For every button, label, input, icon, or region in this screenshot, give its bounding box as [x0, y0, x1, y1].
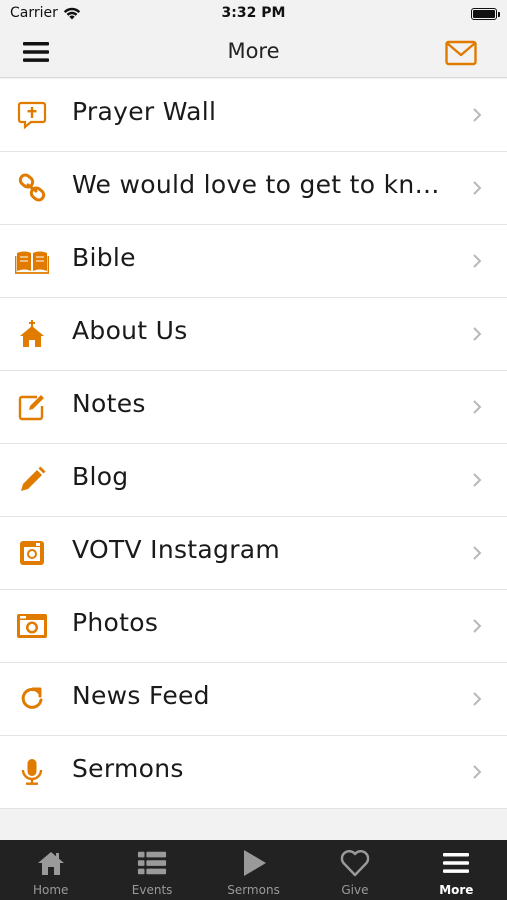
chevron-right-icon [473, 254, 482, 268]
tab-label: Sermons [227, 883, 280, 897]
page-title: More [227, 39, 280, 63]
tab-label: Give [341, 883, 369, 897]
tab-give[interactable]: Give [304, 840, 405, 900]
chevron-right-icon [473, 108, 482, 122]
church-icon [14, 318, 50, 350]
menu-item-label: Blog [72, 462, 129, 491]
tab-sermons[interactable]: Sermons [203, 840, 304, 900]
instagram-icon [14, 537, 50, 569]
menu-item-label: We would love to get to kno… [72, 170, 447, 199]
status-bar: Carrier 3:32 PM [0, 0, 507, 28]
chevron-right-icon [473, 619, 482, 633]
menu-item-about-us[interactable]: About Us [0, 298, 507, 371]
link-icon [14, 172, 50, 204]
menu-item-news-feed[interactable]: News Feed [0, 663, 507, 736]
chevron-right-icon [473, 181, 482, 195]
menu-item-label: Sermons [72, 754, 184, 783]
chevron-right-icon [473, 400, 482, 414]
heart-icon [340, 848, 370, 878]
menu-item-photos[interactable]: Photos [0, 590, 507, 663]
menu-item-label: Notes [72, 389, 146, 418]
tab-label: Events [131, 883, 173, 897]
chevron-right-icon [473, 692, 482, 706]
menu-item-label: About Us [72, 316, 188, 345]
chevron-right-icon [473, 765, 482, 779]
tab-label: More [439, 883, 474, 897]
menu-icon [441, 848, 471, 878]
tab-home[interactable]: Home [0, 840, 101, 900]
more-menu-list: Prayer Wall We would love to get to kno… [0, 79, 507, 809]
chevron-right-icon [473, 546, 482, 560]
chevron-right-icon [473, 327, 482, 341]
microphone-icon [14, 756, 50, 788]
menu-item-get-to-know[interactable]: We would love to get to kno… [0, 152, 507, 225]
menu-item-blog[interactable]: Blog [0, 444, 507, 517]
tab-more[interactable]: More [406, 840, 507, 900]
camera-icon [14, 610, 50, 642]
menu-item-label: News Feed [72, 681, 210, 710]
menu-item-label: Photos [72, 608, 159, 637]
navigation-bar: More [0, 28, 507, 78]
envelope-icon [445, 40, 477, 66]
menu-item-label: VOTV Instagram [72, 535, 281, 564]
message-button[interactable] [445, 40, 479, 68]
menu-item-votv-instagram[interactable]: VOTV Instagram [0, 517, 507, 590]
menu-item-label: Prayer Wall [72, 97, 217, 126]
menu-item-bible[interactable]: Bible [0, 225, 507, 298]
prayer-bubble-icon [14, 99, 50, 131]
chevron-right-icon [473, 473, 482, 487]
tab-events[interactable]: Events [101, 840, 202, 900]
battery-icon [471, 8, 500, 20]
refresh-icon [14, 683, 50, 715]
tab-label: Home [32, 883, 69, 897]
notes-edit-icon [14, 391, 50, 423]
status-time: 3:32 PM [221, 5, 286, 21]
menu-item-label: Bible [72, 243, 136, 272]
menu-item-sermons[interactable]: Sermons [0, 736, 507, 809]
tab-bar: Home Events Sermons Give More [0, 840, 507, 900]
menu-item-prayer-wall[interactable]: Prayer Wall [0, 79, 507, 152]
home-icon [36, 848, 66, 878]
pencil-icon [14, 464, 50, 496]
menu-item-notes[interactable]: Notes [0, 371, 507, 444]
list-icon [137, 848, 167, 878]
play-icon [239, 848, 269, 878]
book-icon [14, 245, 50, 277]
